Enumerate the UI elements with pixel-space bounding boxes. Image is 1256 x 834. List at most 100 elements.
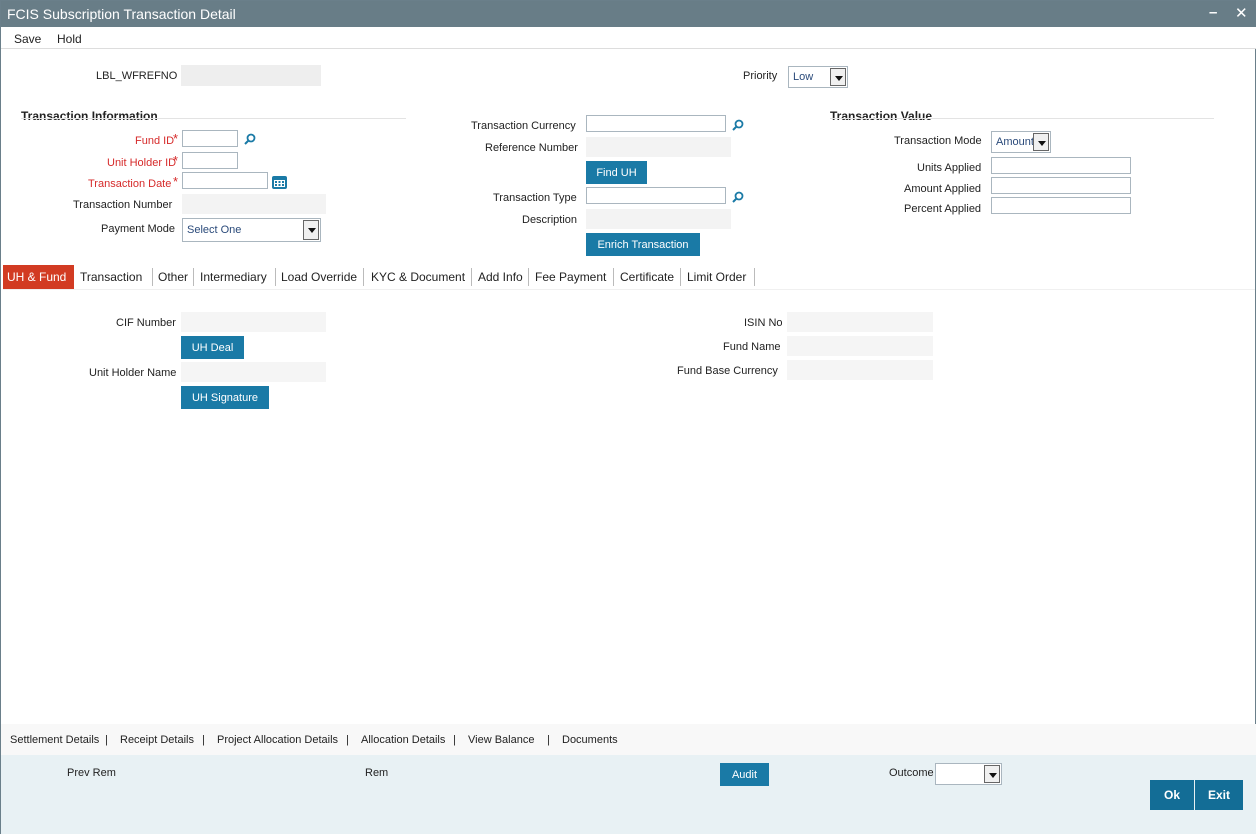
tab-load-override[interactable]: Load Override bbox=[277, 265, 361, 289]
allocation-details-link[interactable]: Allocation Details bbox=[361, 734, 445, 746]
transaction-currency-label: Transaction Currency bbox=[471, 120, 576, 132]
link-separator: | bbox=[453, 734, 456, 746]
chevron-down-icon[interactable] bbox=[830, 68, 846, 86]
percent-applied-label: Percent Applied bbox=[904, 203, 982, 215]
section-divider bbox=[830, 118, 1214, 119]
search-icon[interactable] bbox=[732, 119, 744, 131]
search-icon[interactable] bbox=[732, 191, 744, 203]
unit-holder-id-label: Unit Holder ID bbox=[107, 157, 177, 169]
transaction-type-input[interactable] bbox=[586, 187, 726, 204]
documents-link[interactable]: Documents bbox=[562, 734, 618, 746]
transaction-currency-input[interactable] bbox=[586, 115, 726, 132]
fund-id-input[interactable] bbox=[182, 130, 238, 147]
units-applied-label: Units Applied bbox=[917, 162, 982, 174]
settlement-details-link[interactable]: Settlement Details bbox=[10, 734, 99, 746]
reference-number-field bbox=[586, 137, 731, 157]
transaction-number-field bbox=[182, 194, 326, 214]
window-title: FCIS Subscription Transaction Detail bbox=[7, 6, 236, 22]
exit-button[interactable]: Exit bbox=[1195, 780, 1243, 810]
description-label: Description bbox=[522, 214, 578, 226]
tab-certificate[interactable]: Certificate bbox=[616, 265, 678, 289]
transaction-date-label: Transaction Date bbox=[88, 178, 172, 190]
tab-separator bbox=[193, 268, 194, 286]
find-uh-button[interactable]: Find UH bbox=[586, 161, 647, 184]
ok-button[interactable]: Ok bbox=[1150, 780, 1194, 810]
project-allocation-details-link[interactable]: Project Allocation Details bbox=[217, 734, 338, 746]
fund-base-currency-field bbox=[787, 360, 933, 380]
chevron-down-icon[interactable] bbox=[1033, 133, 1049, 151]
receipt-details-link[interactable]: Receipt Details bbox=[120, 734, 194, 746]
link-separator: | bbox=[346, 734, 349, 746]
chevron-down-icon[interactable] bbox=[303, 220, 319, 240]
rem-label: Rem bbox=[365, 767, 389, 779]
description-field bbox=[586, 209, 731, 229]
transaction-value-heading: Transaction Value bbox=[830, 109, 933, 123]
search-icon[interactable] bbox=[244, 133, 256, 145]
tab-add-info[interactable]: Add Info bbox=[474, 265, 527, 289]
priority-select[interactable]: Low bbox=[788, 66, 848, 88]
wfrefno-label: LBL_WFREFNO bbox=[96, 70, 178, 82]
isin-no-label: ISIN No bbox=[744, 317, 783, 329]
transaction-mode-label: Transaction Mode bbox=[894, 135, 982, 147]
tab-underline bbox=[3, 289, 1255, 290]
fund-base-currency-label: Fund Base Currency bbox=[677, 365, 778, 377]
footer-panel: Prev Rem Rem Audit Outcome Ok Exit bbox=[1, 755, 1256, 834]
tab-kyc-document[interactable]: KYC & Document bbox=[367, 265, 469, 289]
required-marker: * bbox=[173, 153, 179, 168]
hold-menu-item[interactable]: Hold bbox=[57, 32, 82, 46]
isin-no-field bbox=[787, 312, 933, 332]
unit-holder-name-label: Unit Holder Name bbox=[89, 367, 177, 379]
transaction-type-label: Transaction Type bbox=[493, 192, 577, 204]
fund-name-field bbox=[787, 336, 933, 356]
view-balance-link[interactable]: View Balance bbox=[468, 734, 534, 746]
save-menu-item[interactable]: Save bbox=[14, 32, 41, 46]
tab-uh-fund[interactable]: UH & Fund bbox=[3, 265, 74, 289]
tab-separator bbox=[528, 268, 529, 286]
amount-applied-label: Amount Applied bbox=[904, 183, 982, 195]
main-window: FCIS Subscription Transaction Detail – ✕… bbox=[0, 0, 1256, 834]
tab-fee-payment[interactable]: Fee Payment bbox=[531, 265, 610, 289]
tab-separator bbox=[363, 268, 364, 286]
required-marker: * bbox=[173, 174, 179, 189]
tab-other[interactable]: Other bbox=[154, 265, 192, 289]
tab-separator bbox=[754, 268, 755, 286]
title-bar: FCIS Subscription Transaction Detail – ✕ bbox=[1, 1, 1256, 27]
outcome-label: Outcome bbox=[889, 767, 934, 779]
tab-limit-order[interactable]: Limit Order bbox=[683, 265, 750, 289]
units-applied-input[interactable] bbox=[991, 157, 1131, 174]
link-separator: | bbox=[547, 734, 550, 746]
chevron-down-icon[interactable] bbox=[984, 765, 1000, 783]
cif-number-field bbox=[181, 312, 326, 332]
fund-name-label: Fund Name bbox=[723, 341, 781, 353]
link-separator: | bbox=[202, 734, 205, 746]
prev-rem-label: Prev Rem bbox=[67, 767, 116, 779]
transaction-mode-value: Amount bbox=[996, 136, 1034, 148]
close-button[interactable]: ✕ bbox=[1235, 4, 1248, 22]
menu-bar: Save Hold bbox=[1, 27, 1256, 49]
priority-label: Priority bbox=[743, 70, 778, 82]
outcome-select[interactable] bbox=[935, 763, 1002, 785]
payment-mode-select[interactable]: Select One bbox=[182, 218, 321, 242]
transaction-number-label: Transaction Number bbox=[73, 199, 173, 211]
transaction-date-input[interactable] bbox=[182, 172, 268, 189]
footer-links-bar: Settlement Details | Receipt Details | P… bbox=[1, 724, 1256, 755]
uh-deal-button[interactable]: UH Deal bbox=[181, 336, 244, 359]
tab-transaction[interactable]: Transaction bbox=[76, 265, 146, 289]
priority-value: Low bbox=[793, 71, 814, 83]
tab-separator bbox=[471, 268, 472, 286]
enrich-transaction-button[interactable]: Enrich Transaction bbox=[586, 233, 700, 256]
amount-applied-input[interactable] bbox=[991, 177, 1131, 194]
reference-number-label: Reference Number bbox=[485, 142, 578, 154]
minimize-button[interactable]: – bbox=[1209, 4, 1217, 21]
audit-button[interactable]: Audit bbox=[720, 763, 769, 786]
payment-mode-label: Payment Mode bbox=[101, 223, 175, 235]
uh-signature-button[interactable]: UH Signature bbox=[181, 386, 269, 409]
calendar-icon[interactable] bbox=[272, 176, 287, 189]
transaction-mode-select[interactable]: Amount bbox=[991, 131, 1051, 153]
fund-id-label: Fund ID bbox=[135, 135, 175, 147]
tab-intermediary[interactable]: Intermediary bbox=[196, 265, 271, 289]
percent-applied-input[interactable] bbox=[991, 197, 1131, 214]
unit-holder-id-input[interactable] bbox=[182, 152, 238, 169]
transaction-information-heading: Transaction Information bbox=[21, 109, 158, 123]
section-divider bbox=[21, 118, 406, 119]
